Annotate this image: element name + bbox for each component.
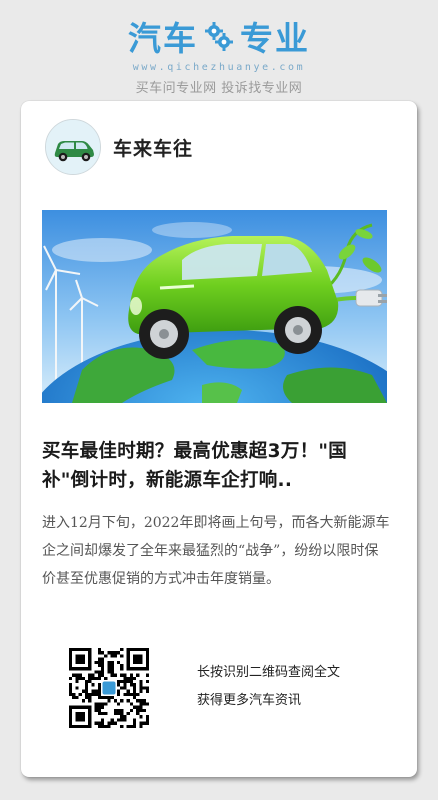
article-title[interactable]: 买车最佳时期？最高优惠超3万！"国补"倒计时，新能源车企打响.. [42, 437, 394, 495]
brand-domain: www.qichezhuanye.com [132, 62, 306, 73]
author-info[interactable]: 车来车往 [45, 119, 193, 175]
avatar[interactable] [45, 119, 101, 175]
qr-caption-line1: 长按识别二维码查阅全文 [197, 665, 341, 680]
brand-logo-right: 专业 [240, 19, 310, 58]
hero-image[interactable] [42, 210, 387, 403]
brand-slogan: 买车问专业网 投诉找专业网 [135, 81, 303, 96]
article-card[interactable]: 车来车往 买车最佳时期？最高优惠超3万！"国补"倒计时，新能源车企打响.. 进入… [21, 101, 417, 777]
green-electric-car-on-globe-image [42, 210, 387, 403]
article-summary: 进入12月下旬，2022年即将画上句号，而各大新能源车企之间却爆发了全年来最猛烈… [42, 515, 390, 587]
qr-code-icon [69, 648, 149, 728]
green-car-icon [46, 120, 100, 174]
qr-caption-line2: 获得更多汽车资讯 [197, 693, 302, 708]
brand-logo: 汽车 专业 [0, 14, 438, 58]
brand-logo-left: 汽车 [128, 19, 198, 58]
brand-header: 汽车 专业 www.qichezhuanye.com 买车问专业网 投诉找专业网 [0, 14, 438, 96]
qr-caption: 长按识别二维码查阅全文 获得更多汽车资讯 [197, 659, 340, 715]
qr-code[interactable] [69, 648, 149, 728]
gears-icon [202, 19, 236, 53]
author-name[interactable]: 车来车往 [113, 134, 193, 161]
